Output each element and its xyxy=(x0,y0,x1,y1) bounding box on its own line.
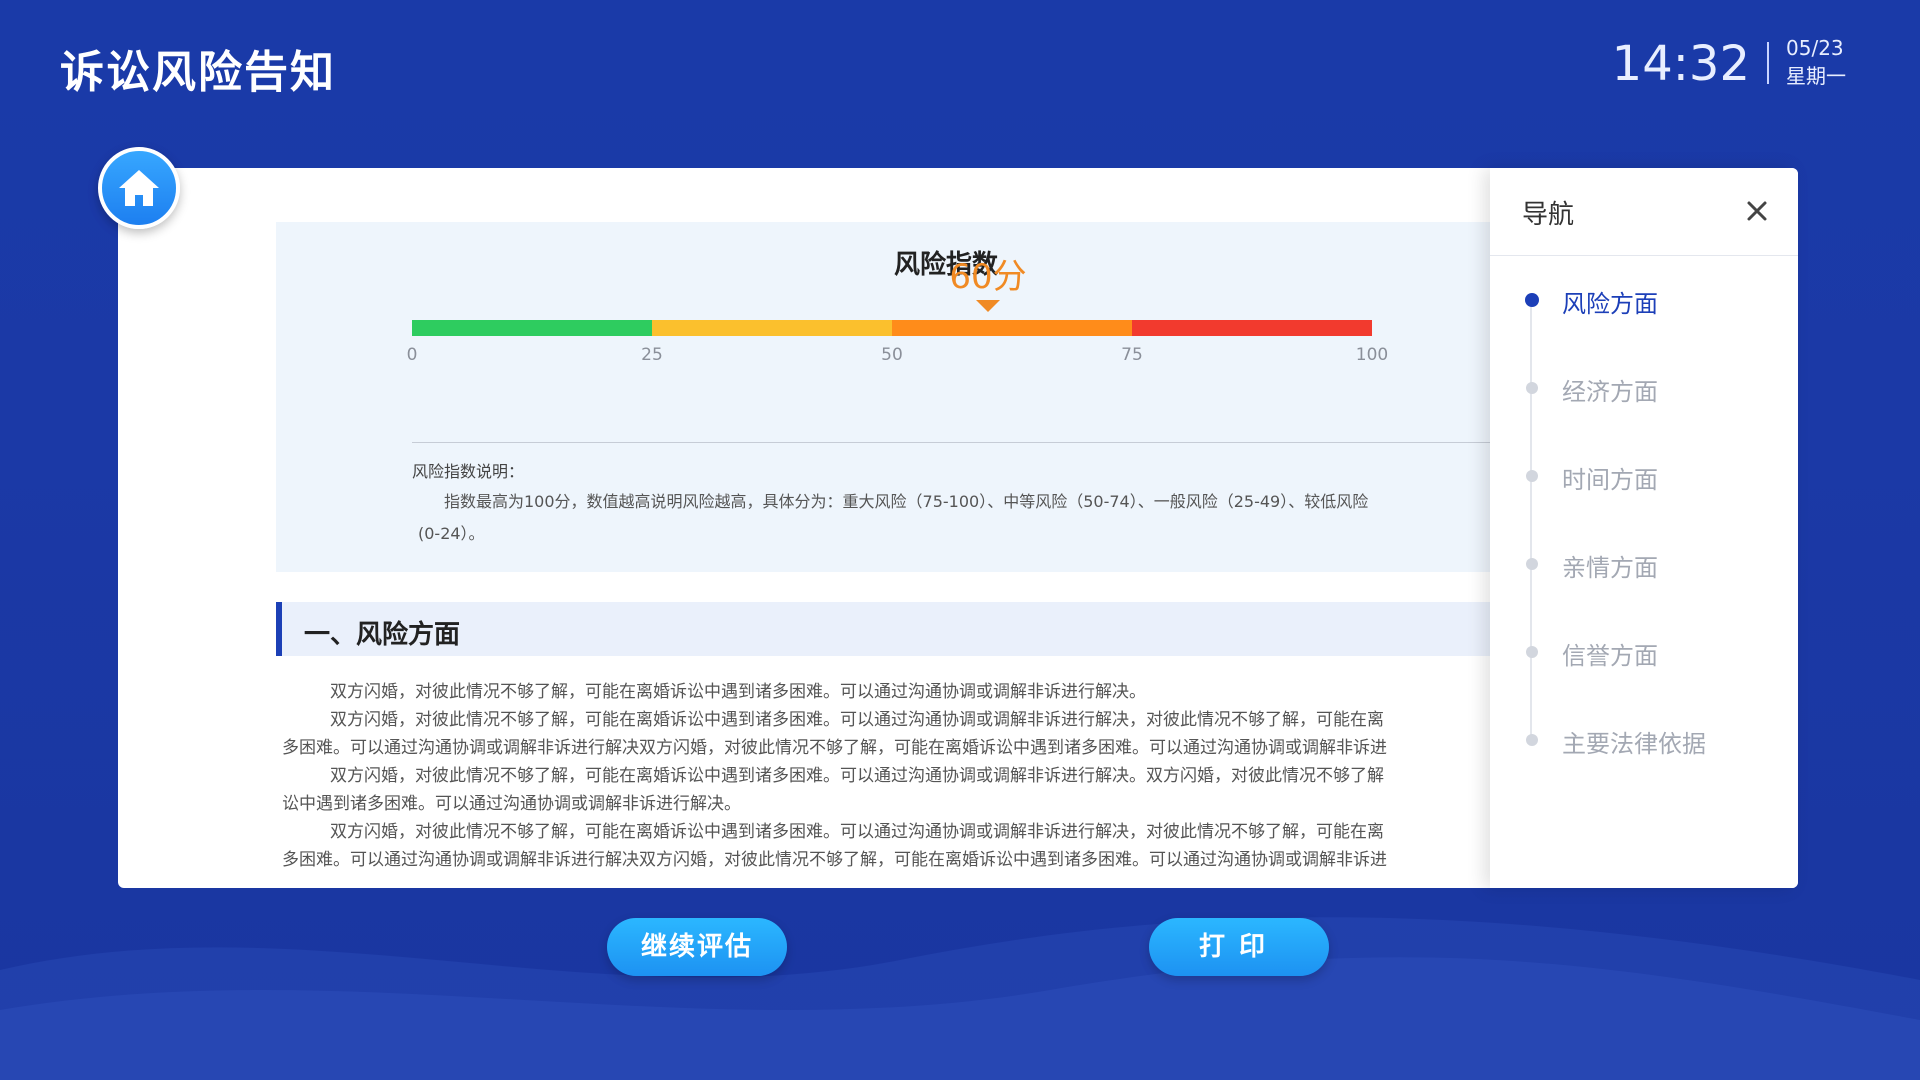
clock-divider xyxy=(1767,42,1769,84)
print-button[interactable]: 打印 xyxy=(1149,918,1329,976)
clock-time: 14:32 xyxy=(1611,36,1750,92)
continue-assessment-button[interactable]: 继续评估 xyxy=(607,918,787,976)
page-title: 诉讼风险告知 xyxy=(60,47,336,98)
nav-header: 导航 xyxy=(1490,168,1798,256)
paragraph-line: 多困难。可以通过沟通协调或调解非诉进行解决双方闪婚，对彼此情况不够了解，可能在离… xyxy=(282,850,1387,870)
divider xyxy=(412,442,1616,443)
gauge-tick-label: 25 xyxy=(641,345,663,365)
nav-dot xyxy=(1526,382,1538,394)
nav-item-label: 经济方面 xyxy=(1562,378,1658,406)
risk-desc-text-cont: (0-24）。 xyxy=(418,524,485,543)
nav-title: 导航 xyxy=(1522,200,1575,230)
section-heading: 一、风险方面 xyxy=(276,602,1616,656)
paragraph-line: 讼中遇到诸多困难。可以通过沟通协调或调解非诉进行解决。 xyxy=(282,794,741,814)
paragraph-line: 双方闪婚，对彼此情况不够了解，可能在离婚诉讼中遇到诸多困难。可以通过沟通协调或调… xyxy=(330,710,1384,730)
home-icon xyxy=(119,170,159,206)
nav-dot xyxy=(1526,646,1538,658)
paragraph-line: 双方闪婚，对彼此情况不够了解，可能在离婚诉讼中遇到诸多困难。可以通过沟通协调或调… xyxy=(330,766,1384,786)
section-heading-text: 一、风险方面 xyxy=(304,620,461,650)
background-waves xyxy=(0,917,1920,1080)
section-body: 双方闪婚，对彼此情况不够了解，可能在离婚诉讼中遇到诸多困难。可以通过沟通协调或调… xyxy=(282,678,1616,888)
gauge-tick-label: 75 xyxy=(1121,345,1143,365)
nav-dot xyxy=(1526,558,1538,570)
navigation-panel: 导航 风险方面 经济方面 时间方面 亲情方面 信誉方面 主要法律依据 xyxy=(1490,168,1798,888)
date-text: 05/23 xyxy=(1786,36,1844,60)
nav-item-risk[interactable]: 风险方面 xyxy=(1522,280,1782,320)
nav-item-reputation[interactable]: 信誉方面 xyxy=(1522,632,1782,672)
paragraph-line: 双方闪婚，对彼此情况不够了解，可能在离婚诉讼中遇到诸多困难。可以通过沟通协调或调… xyxy=(330,822,1384,842)
nav-item-label: 信誉方面 xyxy=(1562,642,1658,670)
risk-gauge: 0 25 50 75 100 60分 xyxy=(407,257,1389,365)
nav-item-time[interactable]: 时间方面 xyxy=(1522,456,1782,496)
paragraph-line: 多困难。可以通过沟通协调或调解非诉进行解决双方闪婚，对彼此情况不够了解，可能在离… xyxy=(282,738,1387,758)
nav-dot xyxy=(1525,293,1539,307)
gauge-band xyxy=(652,320,892,336)
gauge-band xyxy=(1132,320,1372,336)
nav-item-family[interactable]: 亲情方面 xyxy=(1522,544,1782,584)
nav-dot xyxy=(1526,734,1538,746)
close-icon[interactable] xyxy=(1740,194,1774,228)
gauge-tick-label: 0 xyxy=(407,345,418,365)
gauge-tick-label: 50 xyxy=(881,345,903,365)
score-marker xyxy=(976,300,1000,312)
nav-item-label: 风险方面 xyxy=(1562,290,1658,318)
home-button[interactable] xyxy=(98,147,180,229)
nav-item-economy[interactable]: 经济方面 xyxy=(1522,368,1782,408)
gauge-band xyxy=(892,320,1132,336)
risk-index-panel: 风险指数 0 25 50 75 100 60分 风险指数说明： 指数最高为100分，数值越… xyxy=(276,222,1616,572)
nav-item-label: 亲情方面 xyxy=(1562,554,1658,582)
date-block: 05/23 星期一 xyxy=(1786,34,1846,90)
gauge-tick-label: 100 xyxy=(1356,345,1388,365)
weekday-text: 星期一 xyxy=(1786,64,1846,88)
nav-dot xyxy=(1526,470,1538,482)
score-label: 60分 xyxy=(949,257,1026,297)
nav-item-label: 时间方面 xyxy=(1562,466,1658,494)
nav-item-legal-basis[interactable]: 主要法律依据 xyxy=(1522,720,1782,760)
nav-item-label: 主要法律依据 xyxy=(1562,730,1706,758)
risk-desc-text: 指数最高为100分，数值越高说明风险越高，具体分为：重大风险（75-100）、中… xyxy=(444,492,1369,511)
risk-desc-title: 风险指数说明： xyxy=(412,462,525,481)
gauge-band xyxy=(412,320,652,336)
paragraph-line: 双方闪婚，对彼此情况不够了解，可能在离婚诉讼中遇到诸多困难。可以通过沟通协调或调… xyxy=(330,682,1146,702)
